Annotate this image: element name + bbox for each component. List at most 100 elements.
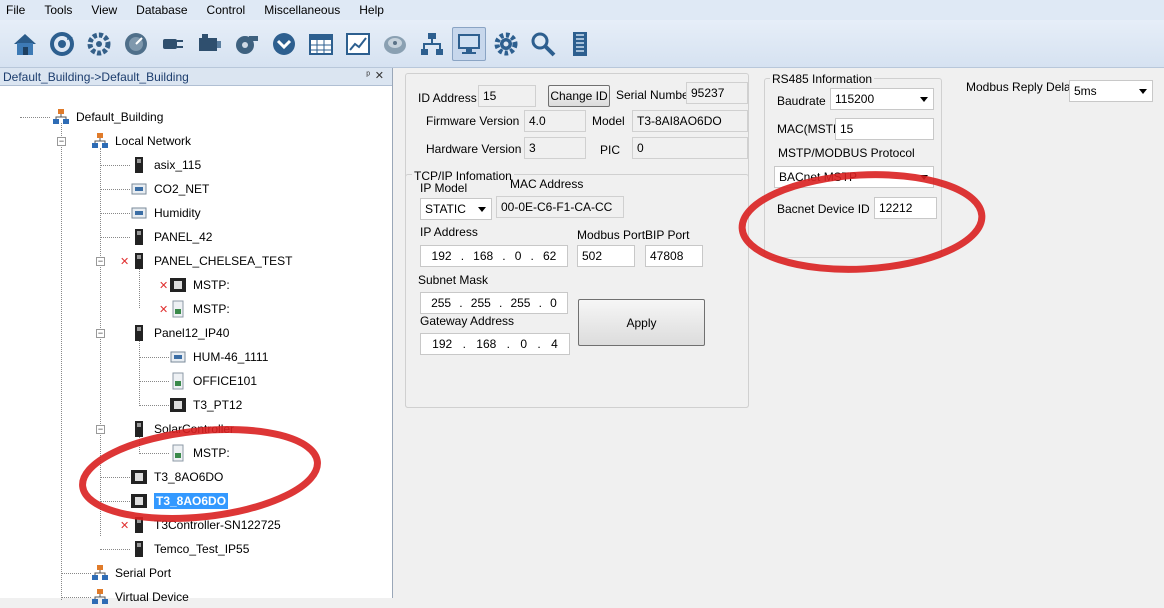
bacnet-device-id-input[interactable]: 12212 (874, 197, 937, 219)
subnet-mask-input[interactable]: 255. 255. 255. 0 (420, 292, 568, 314)
tree-connector (139, 340, 140, 404)
network-icon (91, 564, 109, 582)
chart-icon[interactable] (341, 27, 375, 61)
controller-icon (130, 468, 148, 486)
baudrate-select[interactable]: 115200 (830, 88, 934, 110)
refresh-gear-icon[interactable] (45, 27, 79, 61)
tree-node-device[interactable]: asix_115 (130, 154, 201, 176)
tree-connector (100, 165, 130, 166)
network-icon (91, 132, 109, 150)
offline-x-icon: ✕ (159, 304, 169, 316)
tree-node-device[interactable]: T3_8AO6DO (130, 466, 223, 488)
dial-icon[interactable] (119, 27, 153, 61)
collapse-toggle[interactable]: − (96, 257, 105, 266)
gateway-address-label: Gateway Address (420, 314, 515, 328)
hierarchy-icon[interactable] (415, 27, 449, 61)
fan-icon[interactable] (230, 27, 264, 61)
gateway-address-input[interactable]: 192. 168. 0. 4 (420, 333, 570, 355)
tree-node-device[interactable]: Temco_Test_IP55 (130, 538, 249, 560)
tree-node-device[interactable]: MSTP: (169, 442, 230, 464)
collapse-toggle[interactable]: − (96, 425, 105, 434)
gateway-octet: 4 (551, 337, 558, 351)
gateway-octet: 192 (432, 337, 453, 351)
protocol-select[interactable]: BACnet MSTP (774, 166, 934, 188)
menu-control[interactable]: Control (207, 3, 246, 17)
sensor-icon (130, 180, 148, 198)
tree-node-label: Temco_Test_IP55 (154, 542, 250, 556)
id-address-field[interactable]: 15 (478, 85, 536, 107)
disk-icon[interactable] (378, 27, 412, 61)
menu-view[interactable]: View (91, 3, 117, 17)
tree-node-label: MSTP: (193, 302, 230, 316)
offline-x-icon: ✕ (159, 280, 169, 292)
tree-node-device[interactable]: Panel12_IP40 (130, 322, 229, 344)
bip-port-input[interactable]: 47808 (645, 245, 703, 267)
home-icon[interactable] (8, 27, 42, 61)
pic-field: 0 (632, 137, 748, 159)
modbus-reply-delay-label: Modbus Reply Delay (966, 80, 1077, 94)
apply-button[interactable]: Apply (578, 299, 705, 346)
tree-node-device[interactable]: SolarController (130, 418, 234, 440)
tree-node-label: CO2_NET (154, 182, 210, 196)
tree-node-local-network[interactable]: Local Network (91, 130, 191, 152)
tree-node-device[interactable]: CO2_NET (130, 178, 209, 200)
thermostat-icon (169, 300, 187, 318)
network-card-icon[interactable] (193, 27, 227, 61)
ip-model-select[interactable]: STATIC (420, 198, 492, 220)
menu-tools[interactable]: Tools (44, 3, 72, 17)
menu-help[interactable]: Help (359, 3, 384, 17)
tree-node-device[interactable]: MSTP: (169, 274, 230, 296)
magnifier-icon[interactable] (526, 27, 560, 61)
id-address-label: ID Address (418, 91, 477, 105)
tree-node-device[interactable]: OFFICE101 (169, 370, 257, 392)
ip-octet: 62 (542, 249, 557, 263)
tree-node-device[interactable]: T3_PT12 (169, 394, 242, 416)
network-icon (91, 588, 109, 606)
mac-mstp-input[interactable]: 15 (835, 118, 934, 140)
ip-address-input[interactable]: 192. 168. 0. 62 (420, 245, 568, 267)
controller-icon (130, 156, 148, 174)
tree-node-device[interactable]: Humidity (130, 202, 201, 224)
tree-pane-header: Default_Building->Default_Building ᵖ ✕ (0, 68, 392, 86)
tree-connector (139, 381, 169, 382)
menu-file[interactable]: File (6, 3, 25, 17)
calendar-grid-icon[interactable] (304, 27, 338, 61)
offline-x-icon: ✕ (120, 520, 130, 532)
change-id-button[interactable]: Change ID (548, 85, 610, 107)
controller-icon (130, 516, 148, 534)
menu-miscellaneous[interactable]: Miscellaneous (264, 3, 340, 17)
tree-node-device-selected[interactable]: T3_8AO6DO (130, 490, 229, 512)
tree-node-device[interactable]: MSTP: (169, 298, 230, 320)
tree-node-device[interactable]: PANEL_42 (130, 226, 212, 248)
tree-node-building[interactable]: Default_Building (52, 106, 163, 128)
monitor-icon[interactable] (452, 26, 486, 61)
tree-node-label: Virtual Device (115, 590, 189, 604)
tree-connector (100, 477, 130, 478)
toolbar (0, 20, 1164, 68)
modbus-reply-delay-select[interactable]: 5ms (1069, 80, 1153, 102)
controller-icon (130, 228, 148, 246)
building-icon[interactable] (563, 27, 597, 61)
tree-connector (100, 237, 130, 238)
plug-icon[interactable] (156, 27, 190, 61)
tree-pane-title: Default_Building->Default_Building (3, 69, 189, 84)
menu-database[interactable]: Database (136, 3, 187, 17)
close-icon[interactable]: ✕ (375, 69, 384, 82)
settings-gear-icon[interactable] (489, 27, 523, 61)
controller-icon (130, 540, 148, 558)
gear-sync-icon[interactable] (82, 27, 116, 61)
collapse-toggle[interactable]: − (57, 137, 66, 146)
tree-node-device[interactable]: T3Controller-SN122725 (130, 514, 281, 536)
tree-connector (100, 189, 130, 190)
tree-node-serial-port[interactable]: Serial Port (91, 562, 171, 584)
tree-node-virtual-device[interactable]: Virtual Device (91, 586, 189, 608)
ip-address-label: IP Address (420, 225, 478, 239)
ip-octet: 168 (473, 249, 494, 263)
tree-node-device[interactable]: PANEL_CHELSEA_TEST (130, 250, 293, 272)
thermostat-icon (169, 372, 187, 390)
modbus-port-input[interactable]: 502 (577, 245, 635, 267)
tree-node-device[interactable]: HUM-46_1111 (169, 346, 268, 368)
collapse-toggle[interactable]: − (96, 329, 105, 338)
chevron-down-circle-icon[interactable] (267, 27, 301, 61)
pin-icon[interactable]: ᵖ (366, 70, 370, 81)
